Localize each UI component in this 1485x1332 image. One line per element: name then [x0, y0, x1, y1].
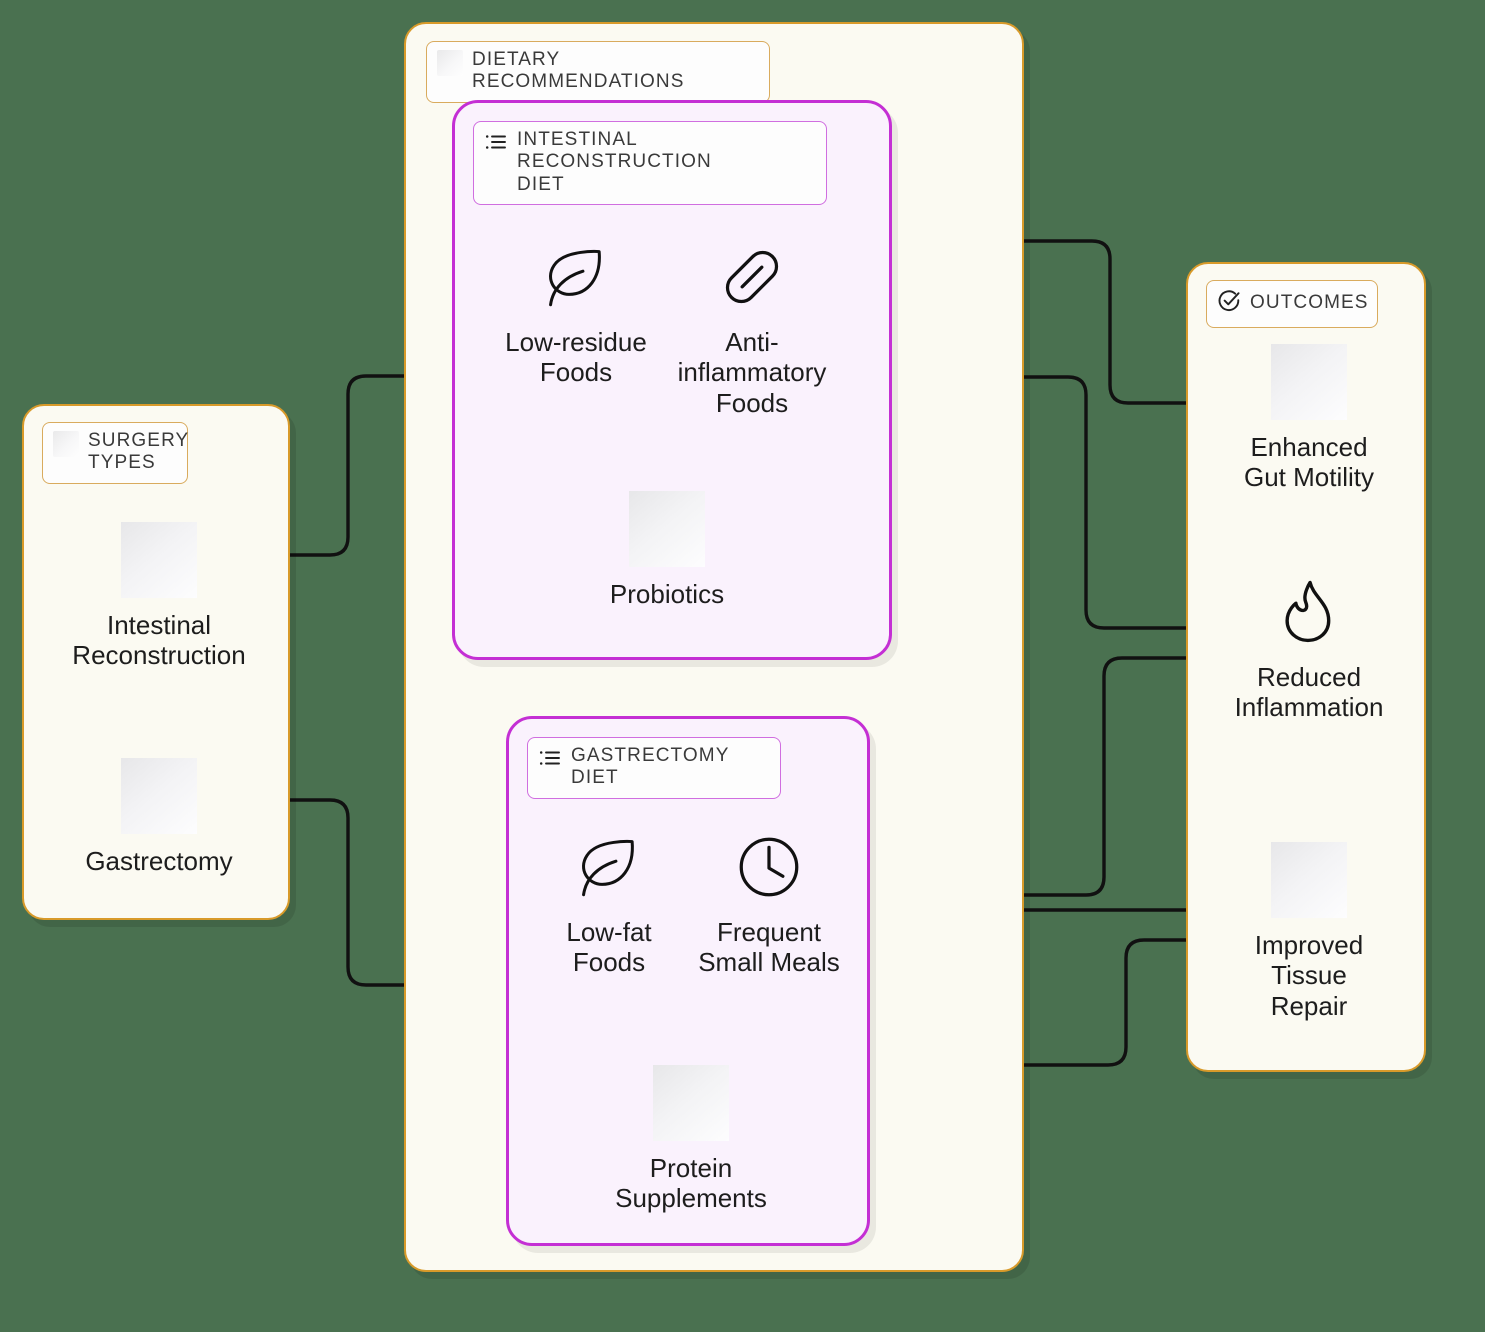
subpanel-title-intestinal-reconstruction-diet: INTESTINAL RECONSTRUCTION DIET	[473, 121, 827, 206]
node-gastrectomy[interactable]: Gastrectomy	[85, 758, 233, 876]
node-label: Intestinal Reconstruction	[72, 610, 246, 671]
node-label: Improved Tissue Repair	[1254, 930, 1364, 1021]
node-intestinal-reconstruction[interactable]: Intestinal Reconstruction	[72, 522, 246, 671]
node-protein-supplements[interactable]: Protein Supplements	[603, 1065, 779, 1214]
panel-title-label: OUTCOMES	[1250, 292, 1369, 314]
check-circle-icon	[1217, 289, 1241, 319]
node-enhanced-gut-motility[interactable]: Enhanced Gut Motility	[1224, 344, 1394, 493]
node-anti-inflammatory-foods[interactable]: Anti- inflammatory Foods	[667, 239, 837, 418]
node-label: Low-fat Foods	[566, 917, 652, 978]
node-low-residue-foods[interactable]: Low-residue Foods	[501, 239, 651, 388]
subpanel-title-label: GASTRECTOMY DIET	[571, 745, 730, 789]
clock-icon	[731, 829, 807, 905]
placeholder-icon	[437, 50, 463, 76]
node-frequent-small-meals[interactable]: Frequent Small Meals	[685, 829, 853, 978]
panel-dietary-recommendations: DIETARY RECOMMENDATIONS INTESTINAL RECON…	[404, 22, 1024, 1272]
node-label: Low-residue Foods	[505, 327, 647, 388]
placeholder-icon	[629, 491, 705, 567]
pill-icon	[714, 239, 790, 315]
placeholder-icon	[1271, 842, 1347, 918]
node-label: Gastrectomy	[85, 846, 233, 876]
subpanel-gastrectomy-diet: GASTRECTOMY DIET Low-fat Foods Frequent …	[506, 716, 870, 1246]
node-label: Probiotics	[609, 579, 725, 609]
panel-title-dietary-recommendations: DIETARY RECOMMENDATIONS	[426, 41, 770, 103]
node-reduced-inflammation[interactable]: Reduced Inflammation	[1224, 574, 1394, 723]
placeholder-icon	[121, 522, 197, 598]
diagram-canvas: SURGERY TYPES Intestinal Reconstruction …	[0, 0, 1485, 1332]
panel-title-label: SURGERY TYPES	[88, 430, 190, 474]
panel-outcomes: OUTCOMES Enhanced Gut Motility Reduced I…	[1186, 262, 1426, 1072]
panel-title-surgery-types: SURGERY TYPES	[42, 422, 188, 484]
subpanel-title-gastrectomy-diet: GASTRECTOMY DIET	[527, 737, 781, 799]
placeholder-icon	[53, 431, 79, 457]
node-label: Enhanced Gut Motility	[1243, 432, 1375, 493]
subpanel-intestinal-reconstruction-diet: INTESTINAL RECONSTRUCTION DIET Low-resid…	[452, 100, 892, 660]
flame-icon	[1271, 574, 1347, 650]
node-improved-tissue-repair[interactable]: Improved Tissue Repair	[1224, 842, 1394, 1021]
panel-title-label: DIETARY RECOMMENDATIONS	[472, 49, 685, 93]
node-label: Reduced Inflammation	[1234, 662, 1384, 723]
list-icon	[538, 746, 562, 776]
panel-title-outcomes: OUTCOMES	[1206, 280, 1378, 328]
node-probiotics[interactable]: Probiotics	[587, 491, 747, 609]
subpanel-title-label: INTESTINAL RECONSTRUCTION DIET	[517, 129, 712, 195]
leaf-icon	[571, 829, 647, 905]
node-label: Protein Supplements	[615, 1153, 767, 1214]
node-low-fat-foods[interactable]: Low-fat Foods	[541, 829, 677, 978]
list-icon	[484, 130, 508, 160]
placeholder-icon	[653, 1065, 729, 1141]
node-label: Anti- inflammatory Foods	[677, 327, 827, 418]
placeholder-icon	[1271, 344, 1347, 420]
node-label: Frequent Small Meals	[698, 917, 840, 978]
leaf-icon	[538, 239, 614, 315]
panel-surgery-types: SURGERY TYPES Intestinal Reconstruction …	[22, 404, 290, 920]
placeholder-icon	[121, 758, 197, 834]
